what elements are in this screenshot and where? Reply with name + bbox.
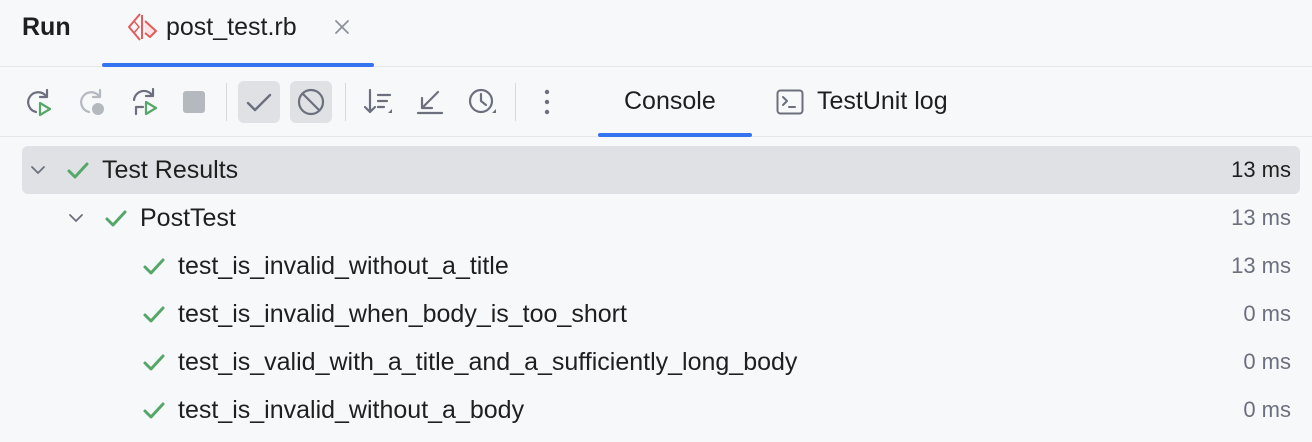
duration: 0 ms <box>1243 301 1291 326</box>
auto-rerun-icon <box>132 87 158 116</box>
history-button[interactable] <box>461 81 503 123</box>
tree-row-label: test_is_valid_with_a_title_and_a_suffici… <box>178 348 798 376</box>
tree-row-label: PostTest <box>140 204 236 232</box>
toggle-auto-test-button[interactable] <box>123 81 165 123</box>
passed-check-icon <box>105 210 127 227</box>
tree-row-test[interactable]: test_is_invalid_without_a_body 0 ms <box>22 386 1300 434</box>
tool-window-header: Run post_test.rb <box>0 0 1312 67</box>
tree-row-suite[interactable]: PostTest 13 ms <box>22 194 1300 242</box>
rerun-failed-button[interactable] <box>70 81 112 123</box>
duration: 0 ms <box>1243 397 1291 422</box>
close-icon[interactable] <box>332 17 352 37</box>
tab-testunit-log-label: TestUnit log <box>817 87 948 115</box>
ruby-test-icon <box>128 13 157 41</box>
chevron-down-icon[interactable] <box>28 160 48 180</box>
tab-console-label: Console <box>624 87 716 115</box>
more-vertical-icon <box>544 89 550 115</box>
tree-row-label: test_is_invalid_when_body_is_too_short <box>178 300 627 328</box>
tree-row-label: Test Results <box>102 156 239 184</box>
stop-button[interactable] <box>173 81 215 123</box>
collapse-all-button[interactable] <box>409 81 451 123</box>
ignored-icon <box>297 88 325 116</box>
tool-window-title: Run <box>22 13 71 41</box>
passed-check-icon <box>143 258 165 275</box>
rerun-button[interactable] <box>17 81 59 123</box>
sort-button[interactable] <box>357 81 399 123</box>
tab-label: post_test.rb <box>166 13 297 41</box>
more-button[interactable] <box>526 81 568 123</box>
show-ignored-button[interactable] <box>290 81 332 123</box>
tab-testunit-log[interactable]: TestUnit log <box>760 67 980 136</box>
stop-icon <box>183 91 205 113</box>
chevron-down-icon[interactable] <box>66 208 86 228</box>
duration: 13 ms <box>1231 205 1291 230</box>
toolbar-separator <box>345 83 346 121</box>
tab-console[interactable]: Console <box>598 67 752 137</box>
passed-check-icon <box>67 162 89 179</box>
tab-post-test[interactable]: post_test.rb <box>102 0 374 67</box>
collapse-icon <box>416 90 444 115</box>
rerun-failed-icon <box>80 88 104 115</box>
test-runner-toolbar: Console TestUnit log <box>0 67 1312 137</box>
show-passed-button[interactable] <box>238 81 280 123</box>
duration: 13 ms <box>1231 157 1291 182</box>
tree-row-label: test_is_invalid_without_a_title <box>178 252 509 280</box>
tree-row-test-results[interactable]: Test Results 13 ms <box>22 146 1300 194</box>
tree-row-test[interactable]: test_is_invalid_when_body_is_too_short 0… <box>22 290 1300 338</box>
duration: 0 ms <box>1243 349 1291 374</box>
check-icon <box>246 93 272 112</box>
passed-check-icon <box>143 306 165 323</box>
passed-check-icon <box>143 354 165 371</box>
terminal-icon <box>776 89 804 115</box>
passed-check-icon <box>143 402 165 419</box>
rerun-icon <box>27 88 52 117</box>
clock-icon <box>468 88 496 114</box>
tree-row-test[interactable]: test_is_invalid_without_a_title 13 ms <box>22 242 1300 290</box>
test-results-tree: Test Results 13 ms PostTest 13 ms test_i… <box>0 137 1312 442</box>
toolbar-separator <box>515 83 516 121</box>
tree-row-test[interactable]: test_is_valid_with_a_title_and_a_suffici… <box>22 338 1300 386</box>
sort-icon <box>363 88 392 114</box>
toolbar-separator <box>226 83 227 121</box>
duration: 13 ms <box>1231 253 1291 278</box>
tree-row-label: test_is_invalid_without_a_body <box>178 396 525 424</box>
